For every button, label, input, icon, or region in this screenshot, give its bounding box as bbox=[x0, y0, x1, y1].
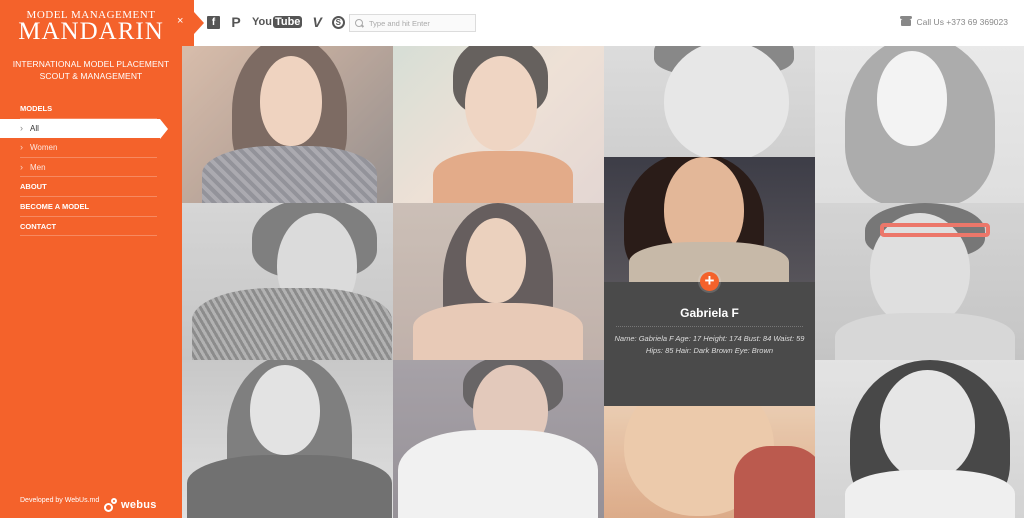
nav-item-men[interactable]: › Men bbox=[20, 158, 157, 178]
model-tile-3[interactable] bbox=[604, 46, 815, 157]
skype-icon[interactable]: S bbox=[331, 15, 345, 29]
vimeo-icon[interactable]: V bbox=[312, 14, 321, 30]
nav-item-all[interactable]: › All bbox=[0, 118, 168, 139]
nav-item-about[interactable]: ABOUT bbox=[20, 177, 157, 197]
contact-phone[interactable]: Call Us +373 69 369023 bbox=[899, 15, 1008, 27]
tagline-line-1: INTERNATIONAL MODEL PLACEMENT bbox=[12, 59, 170, 69]
nav-item-men-label: Men bbox=[30, 162, 46, 172]
chevron-right-icon: › bbox=[20, 142, 23, 153]
model-tile-2[interactable] bbox=[393, 46, 604, 203]
webus-logo-text: webus bbox=[121, 499, 157, 511]
search-box bbox=[349, 14, 476, 32]
logo[interactable]: MANDARIN bbox=[0, 18, 182, 46]
call-us-text: Call Us +373 69 369023 bbox=[916, 17, 1008, 27]
model-tile-9[interactable] bbox=[182, 360, 393, 518]
model-name: Gabriela F bbox=[680, 306, 739, 320]
nav-item-contact[interactable]: CONTACT bbox=[20, 217, 157, 237]
search-input[interactable] bbox=[369, 18, 474, 28]
chevron-right-icon: › bbox=[20, 161, 23, 172]
nav-item-all-label: All bbox=[30, 123, 39, 133]
model-details: Name: Gabriela F Age: 17 Height: 174 Bus… bbox=[614, 334, 805, 355]
nav-item-models[interactable]: MODELS bbox=[20, 99, 157, 119]
model-info-card[interactable]: + Gabriela F Name: Gabriela F Age: 17 He… bbox=[604, 272, 815, 406]
nav-item-women-label: Women bbox=[30, 143, 58, 153]
model-tile-10[interactable] bbox=[393, 360, 604, 518]
pinterest-icon[interactable]: P bbox=[230, 14, 242, 30]
footer-credit[interactable]: Developed by WebUs.md bbox=[20, 497, 99, 504]
tagline-line-2: SCOUT & MANAGEMENT bbox=[39, 71, 143, 81]
model-tile-5[interactable] bbox=[182, 203, 393, 360]
nav-item-become-a-model[interactable]: BECOME A MODEL bbox=[20, 197, 157, 217]
model-tile-8[interactable] bbox=[815, 203, 1024, 360]
model-tile-6[interactable] bbox=[393, 203, 604, 360]
model-tile-12[interactable] bbox=[815, 360, 1024, 518]
model-tile-7[interactable] bbox=[604, 157, 815, 282]
model-grid: + Gabriela F Name: Gabriela F Age: 17 He… bbox=[182, 46, 1024, 518]
webus-logo-icon bbox=[104, 498, 118, 512]
webus-logo[interactable]: webus bbox=[104, 495, 157, 515]
plus-icon[interactable]: + bbox=[700, 272, 719, 291]
phone-icon bbox=[899, 15, 912, 26]
youtube-icon-tube: Tube bbox=[272, 16, 303, 28]
facebook-icon[interactable]: f bbox=[207, 15, 220, 29]
close-icon[interactable]: × bbox=[177, 15, 183, 27]
model-tile-4[interactable] bbox=[815, 46, 1024, 203]
youtube-icon-you: You bbox=[252, 16, 272, 28]
chevron-right-icon: › bbox=[20, 122, 23, 133]
main-nav: MODELS › All › Women › Men ABOUT BECOME … bbox=[0, 99, 182, 237]
search-icon bbox=[355, 18, 364, 28]
divider bbox=[616, 326, 803, 327]
nav-item-women[interactable]: › Women bbox=[20, 138, 157, 158]
tagline: INTERNATIONAL MODEL PLACEMENT SCOUT & MA… bbox=[0, 58, 182, 82]
model-tile-1[interactable] bbox=[182, 46, 393, 203]
model-tile-11[interactable] bbox=[604, 406, 815, 518]
social-links: f P You Tube V S bbox=[207, 14, 345, 30]
sidebar-toggle[interactable] bbox=[182, 0, 204, 46]
youtube-icon[interactable]: You Tube bbox=[252, 14, 303, 30]
sidebar: MODEL MANAGEMENT MANDARIN INTERNATIONAL … bbox=[0, 0, 182, 518]
